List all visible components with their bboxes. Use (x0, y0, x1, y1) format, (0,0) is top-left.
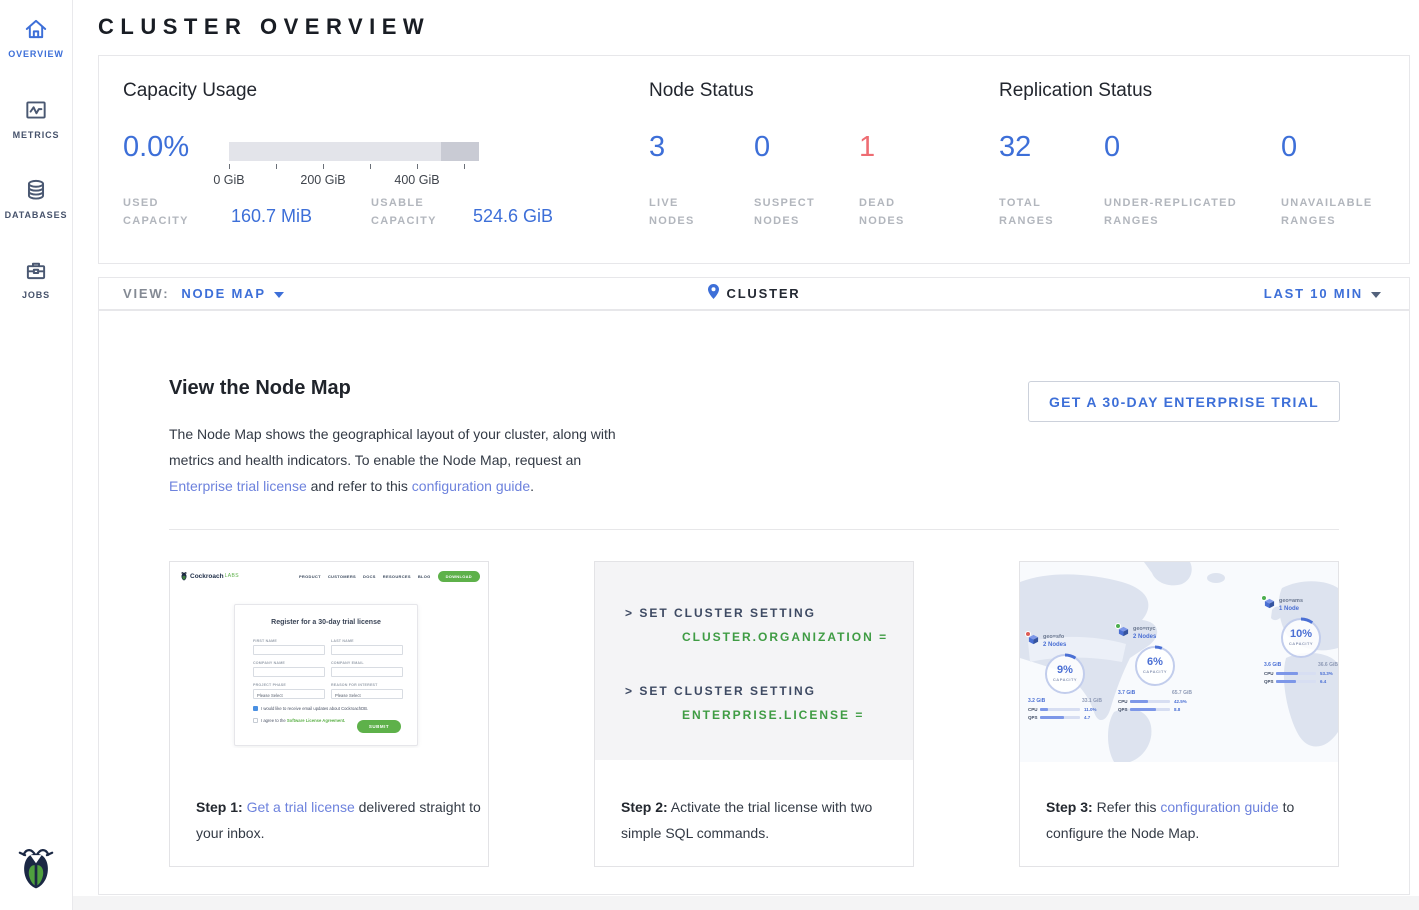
chevron-down-icon (1371, 285, 1381, 303)
cockroach-labs-logo-icon (180, 571, 188, 581)
sidebar-item-jobs[interactable]: JOBS (0, 257, 72, 300)
used-capacity-label: USEDCAPACITY (123, 194, 189, 230)
unavailable-count: 0 (1281, 131, 1297, 164)
step-1-card: Cockroach LABS PRODUCT CUSTOMERS DOCS RE… (169, 561, 489, 867)
map-pin-icon (708, 284, 719, 304)
trial-registration-screenshot: Cockroach LABS PRODUCT CUSTOMERS DOCS RE… (170, 562, 488, 748)
capacity-donut: 9% CAPACITY (1042, 651, 1088, 697)
sql-command: > SET CLUSTER SETTING (625, 606, 816, 620)
sidebar-item-label: METRICS (13, 130, 60, 140)
scope-label: CLUSTER (727, 286, 801, 301)
locality-ams: geo=ams 1 Node 10% CAPACITY 3.6 GiB (1264, 598, 1338, 684)
status-dot-green (1261, 595, 1267, 601)
sql-argument: CLUSTER.ORGANIZATION = (682, 630, 888, 644)
enterprise-trial-license-link[interactable]: Enterprise trial license (169, 478, 307, 494)
total-ranges-label: TOTALRANGES (999, 194, 1054, 230)
capacity-donut: 10% CAPACITY (1278, 615, 1324, 661)
scope-breadcrumb: CLUSTER (99, 284, 1409, 304)
replication-status-title: Replication Status (999, 80, 1152, 102)
usable-capacity-label: USABLECAPACITY (371, 194, 437, 230)
view-bar: VIEW: NODE MAP CLUSTER LAST 10 MIN (98, 277, 1410, 310)
chevron-down-icon (274, 285, 284, 303)
page-background-strip (73, 896, 1419, 910)
step-2-caption: Step 2: Activate the trial license with … (621, 794, 907, 846)
mini-brand-suffix: LABS (225, 573, 239, 579)
sql-code-block: > SET CLUSTER SETTING CLUSTER.ORGANIZATI… (595, 562, 913, 760)
gauge-tick-label: 200 GiB (293, 173, 353, 187)
under-replicated-label: UNDER-REPLICATEDRANGES (1104, 194, 1237, 230)
sidebar-item-label: DATABASES (5, 210, 68, 220)
jobs-icon (23, 257, 49, 283)
sidebar-item-databases[interactable]: DATABASES (0, 177, 72, 220)
dead-nodes-count: 1 (859, 131, 875, 164)
suspect-nodes-label: SUSPECTNODES (754, 194, 815, 230)
step-3-card: geo=sfo 2 Nodes 9% CAPACITY 3.2 GiB (1019, 561, 1339, 867)
under-replicated-count: 0 (1104, 131, 1120, 164)
status-dot-red (1025, 631, 1031, 637)
sidebar: OVERVIEW METRICS DATABASES JOBS (0, 0, 73, 910)
mini-checkbox-unchecked (253, 718, 258, 723)
sql-command: > SET CLUSTER SETTING (625, 684, 816, 698)
mini-download-button: DOWNLOAD (438, 571, 480, 582)
node-map-preview: geo=sfo 2 Nodes 9% CAPACITY 3.2 GiB (1020, 562, 1338, 762)
mini-trial-form: Register for a 30-day trial license FIRS… (234, 604, 418, 746)
live-nodes-label: LIVENODES (649, 194, 695, 230)
get-trial-license-link[interactable]: Get a trial license (247, 799, 355, 815)
node-map-heading: View the Node Map (169, 377, 351, 400)
databases-icon (23, 177, 49, 203)
configuration-guide-link[interactable]: configuration guide (412, 478, 530, 494)
node-map-description: The Node Map shows the geographical layo… (169, 421, 631, 499)
mini-checkbox-checked (253, 706, 258, 711)
content-area: CLUSTER OVERVIEW Capacity Usage 0.0% 0 G… (73, 0, 1419, 910)
step-2-card: > SET CLUSTER SETTING CLUSTER.ORGANIZATI… (594, 561, 914, 867)
view-label: VIEW: (123, 286, 169, 301)
enterprise-trial-button[interactable]: GET A 30-DAY ENTERPRISE TRIAL (1028, 381, 1340, 422)
usable-capacity-value: 524.6 GiB (473, 206, 553, 227)
cockroachdb-logo[interactable] (17, 845, 55, 894)
step-1-caption: Step 1: Get a trial license delivered st… (196, 794, 482, 846)
metrics-icon (23, 97, 49, 123)
sidebar-item-metrics[interactable]: METRICS (0, 97, 72, 140)
suspect-nodes-count: 0 (754, 131, 770, 164)
sidebar-item-label: OVERVIEW (8, 49, 64, 59)
capacity-percent: 0.0% (123, 131, 189, 164)
time-range-dropdown[interactable]: LAST 10 MIN (1264, 285, 1409, 303)
view-dropdown[interactable]: VIEW: NODE MAP (99, 285, 284, 303)
node-status-title: Node Status (649, 80, 754, 102)
step-3-caption: Step 3: Refer this configuration guide t… (1046, 794, 1332, 846)
used-capacity-value: 160.7 MiB (231, 206, 312, 227)
status-dot-green (1115, 623, 1121, 629)
mini-nav: PRODUCT CUSTOMERS DOCS RESOURCES BLOG (299, 574, 431, 579)
sql-argument: ENTERPRISE.LICENSE = (682, 708, 864, 722)
live-nodes-count: 3 (649, 131, 665, 164)
gauge-tick-label: 400 GiB (387, 173, 447, 187)
sidebar-item-label: JOBS (22, 290, 50, 300)
configuration-guide-link-2[interactable]: configuration guide (1160, 799, 1278, 815)
node-map-panel: View the Node Map The Node Map shows the… (98, 310, 1410, 895)
home-icon (23, 16, 49, 42)
time-range-value: LAST 10 MIN (1264, 286, 1363, 301)
capacity-gauge-available-segment (441, 142, 479, 161)
view-value: NODE MAP (181, 286, 265, 301)
total-ranges-count: 32 (999, 131, 1031, 164)
capacity-gauge (229, 142, 479, 161)
dead-nodes-label: DEADNODES (859, 194, 905, 230)
mini-submit-button: SUBMIT (357, 720, 401, 733)
capacity-usage-title: Capacity Usage (123, 80, 257, 102)
gauge-tick-label: 0 GiB (199, 173, 259, 187)
unavailable-label: UNAVAILABLERANGES (1281, 194, 1373, 230)
cluster-summary-panel: Capacity Usage 0.0% 0 GiB 200 GiB 400 Gi… (98, 55, 1410, 264)
page-title: CLUSTER OVERVIEW (98, 14, 430, 40)
sidebar-item-overview[interactable]: OVERVIEW (0, 16, 72, 59)
mini-brand: Cockroach (190, 573, 224, 580)
capacity-donut: 6% CAPACITY (1132, 643, 1178, 689)
section-divider (169, 529, 1339, 530)
locality-sfo: geo=sfo 2 Nodes 9% CAPACITY 3.2 GiB (1028, 634, 1112, 720)
locality-nyc: geo=nyc 2 Nodes 6% CAPACITY 3.7 GiB (1118, 626, 1202, 712)
